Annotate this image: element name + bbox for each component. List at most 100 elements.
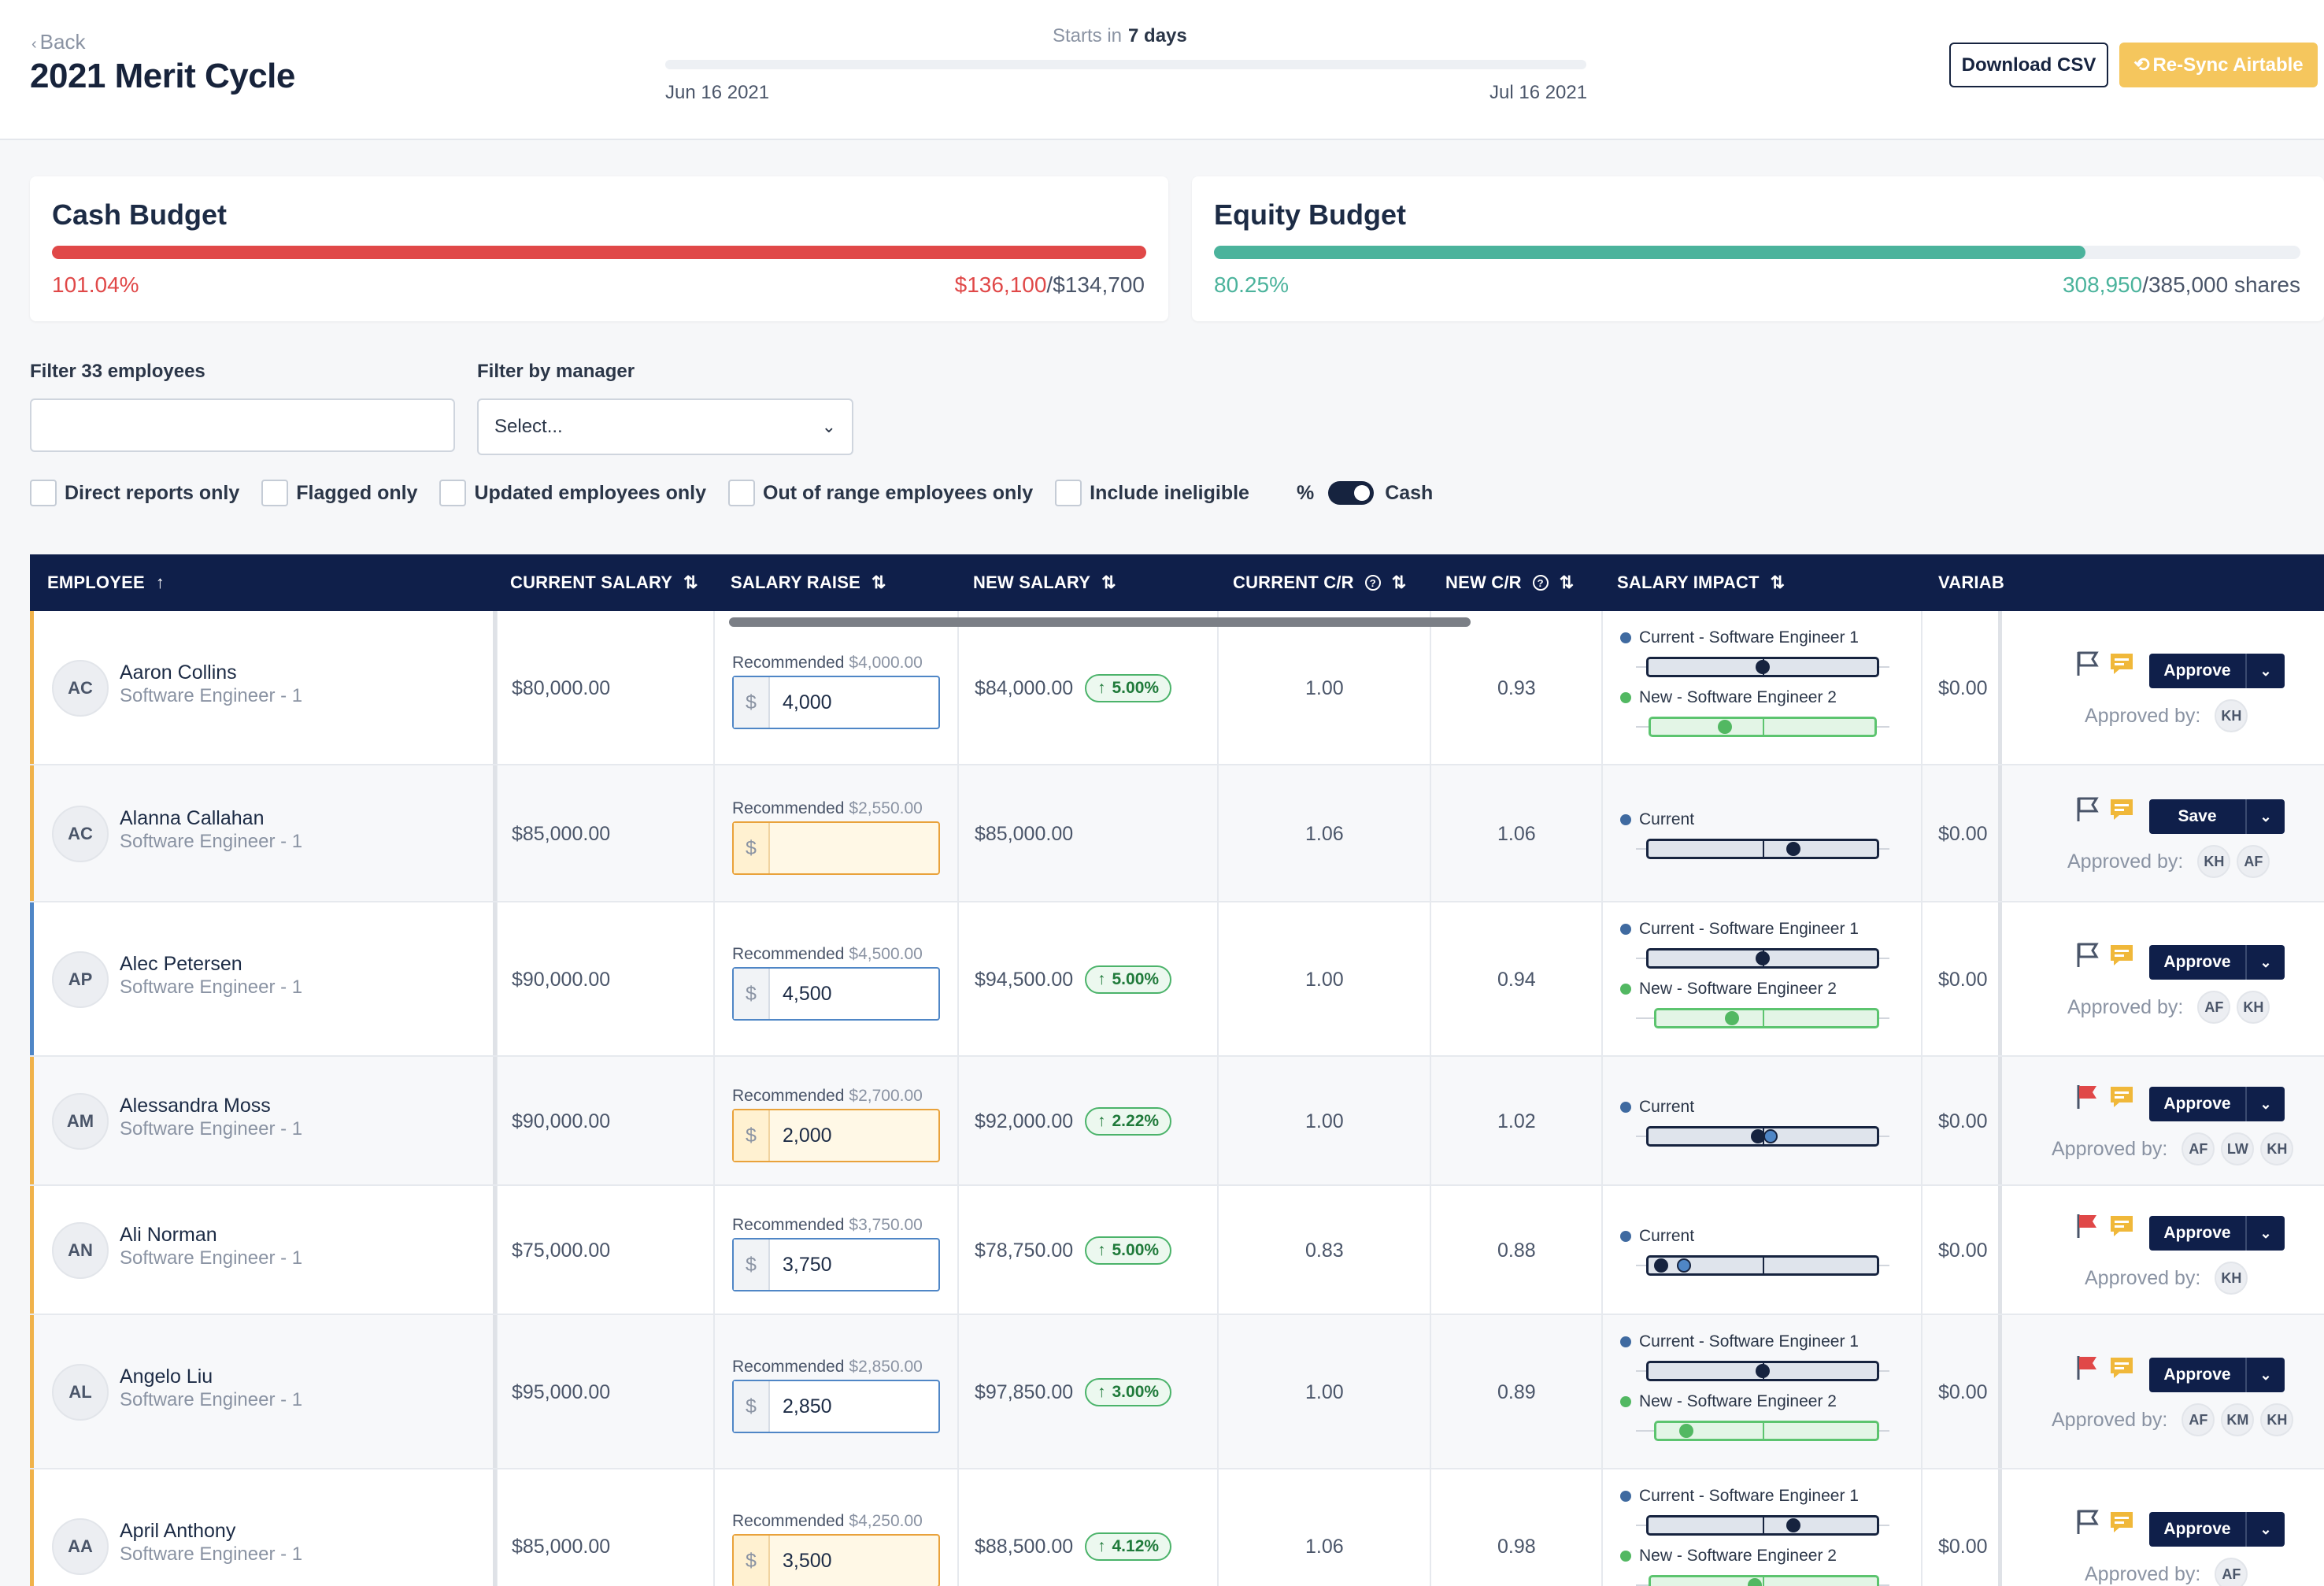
checkbox-label: Out of range employees only	[763, 481, 1034, 504]
checkbox-box[interactable]	[261, 480, 289, 506]
help-icon[interactable]: ?	[1532, 575, 1549, 591]
comment-icon[interactable]	[2108, 1509, 2135, 1536]
help-icon[interactable]: ?	[1364, 575, 1381, 591]
approver-avatar: KH	[2237, 991, 2270, 1024]
checkbox-box[interactable]	[30, 480, 57, 506]
chevron-down-icon[interactable]: ⌄	[2245, 1358, 2285, 1392]
employee-name[interactable]: Alanna Callahan	[120, 807, 264, 830]
flag-icon[interactable]	[2074, 795, 2102, 823]
col-variable[interactable]: VARIAB	[1938, 554, 2004, 611]
chevron-down-icon[interactable]: ⌄	[2245, 1216, 2285, 1251]
approve-button[interactable]: Approve ⌄	[2149, 945, 2285, 980]
column-divider	[713, 1057, 715, 1184]
flag-icon[interactable]	[2074, 1507, 2102, 1536]
comment-icon[interactable]	[2108, 942, 2135, 969]
employee-name[interactable]: Aaron Collins	[120, 661, 237, 684]
chevron-down-icon[interactable]: ⌄	[2245, 1087, 2285, 1121]
checkbox-updated[interactable]: Updated employees only	[439, 480, 706, 506]
checkbox-out-of-range[interactable]: Out of range employees only	[728, 480, 1033, 506]
salary-raise-input[interactable]: $3,750	[732, 1238, 940, 1291]
checkbox-flagged[interactable]: Flagged only	[261, 480, 417, 506]
checkbox-direct-reports[interactable]: Direct reports only	[30, 480, 239, 506]
salary-raise-input[interactable]: $2,850	[732, 1380, 940, 1433]
employee-name[interactable]: Alessandra Moss	[120, 1095, 271, 1117]
comment-icon[interactable]	[2108, 1213, 2135, 1240]
salary-raise-input[interactable]: $3,500	[732, 1534, 940, 1586]
col-salary-impact[interactable]: SALARY IMPACT ⇅	[1617, 554, 1785, 611]
chevron-down-icon[interactable]: ⌄	[2245, 799, 2285, 834]
back-link[interactable]: ‹ Back	[31, 30, 85, 54]
col-employee[interactable]: EMPLOYEE ↑	[47, 554, 165, 611]
checkbox-box[interactable]	[439, 480, 467, 506]
flag-icon-active[interactable]	[2074, 1353, 2102, 1381]
col-current-cr[interactable]: CURRENT C/R? ⇅	[1233, 554, 1406, 611]
col-new-salary[interactable]: NEW SALARY ⇅	[973, 554, 1116, 611]
col-new-cr[interactable]: NEW C/R? ⇅	[1445, 554, 1574, 611]
sticky-column-divider	[1998, 1057, 2002, 1184]
chevron-down-icon[interactable]: ⌄	[2245, 654, 2285, 688]
checkbox-include-ineligible[interactable]: Include ineligible	[1055, 480, 1249, 506]
avatar: AP	[52, 951, 109, 1008]
checkbox-box[interactable]	[1055, 480, 1082, 506]
flag-icon-active[interactable]	[2074, 1082, 2102, 1110]
sort-icon: ⇅	[1559, 573, 1575, 592]
approve-button[interactable]: Approve ⌄	[2149, 1358, 2285, 1392]
flag-icon[interactable]	[2074, 940, 2102, 969]
salary-raise-input[interactable]: $	[732, 821, 940, 875]
new-salary: $84,000.00	[975, 677, 1074, 699]
table-row: AL Angelo Liu Software Engineer - 1 $95,000…	[30, 1315, 2324, 1469]
table-row: AN Ali Norman Software Engineer - 1 $75,000…	[30, 1186, 2324, 1315]
salary-position-marker	[1786, 1518, 1800, 1532]
percent-cash-toggle[interactable]	[1328, 481, 1375, 505]
sort-icon: ⇅	[1770, 573, 1786, 592]
approve-button[interactable]: Approve ⌄	[2149, 1216, 2285, 1251]
legend-dot	[1620, 692, 1631, 703]
column-divider	[1217, 765, 1219, 901]
column-divider	[713, 902, 715, 1055]
comment-icon[interactable]	[2108, 1354, 2135, 1381]
cash-budget-used: $136,100	[954, 272, 1047, 297]
checkbox-box[interactable]	[728, 480, 755, 506]
table-row: AA April Anthony Software Engineer - 1 $85,…	[30, 1469, 2324, 1586]
col-current-salary[interactable]: CURRENT SALARY ⇅	[510, 554, 698, 611]
comment-icon[interactable]	[2108, 1084, 2135, 1110]
impact-new-label: New - Software Engineer 2	[1620, 1392, 1837, 1411]
chevron-down-icon[interactable]: ⌄	[2245, 945, 2285, 980]
col-salary-raise[interactable]: SALARY RAISE ⇅	[731, 554, 886, 611]
legend-dot	[1620, 1336, 1631, 1347]
save-button[interactable]: Save ⌄	[2149, 799, 2285, 834]
resync-airtable-button[interactable]: ⟲ Re-Sync Airtable	[2119, 43, 2318, 87]
employee-title: Software Engineer - 1	[120, 1118, 303, 1139]
filter-employees-input[interactable]	[30, 398, 455, 452]
approved-by-label: Approved by:	[2052, 1408, 2168, 1431]
resync-label: Re-Sync Airtable	[2152, 54, 2304, 76]
row-status-accent	[30, 1469, 34, 1586]
arrow-up-icon: ↑	[1097, 679, 1106, 697]
comment-icon[interactable]	[2108, 796, 2135, 823]
salary-raise-input[interactable]: $2,000	[732, 1109, 940, 1162]
horizontal-scrollbar[interactable]	[729, 617, 1471, 627]
flag-icon[interactable]	[2074, 649, 2102, 677]
raise-percent-badge: ↑ 5.00%	[1085, 965, 1172, 994]
approve-button[interactable]: Approve ⌄	[2149, 654, 2285, 688]
flag-icon-active[interactable]	[2074, 1211, 2102, 1240]
column-divider	[1217, 1186, 1219, 1314]
download-csv-button[interactable]: Download CSV	[1949, 43, 2108, 87]
starts-value: 7 days	[1128, 25, 1187, 46]
dollar-sign-icon: $	[734, 677, 770, 728]
employee-name[interactable]: April Anthony	[120, 1520, 235, 1543]
approve-button[interactable]: Approve ⌄	[2149, 1512, 2285, 1547]
impact-current-text: Current	[1639, 810, 1695, 828]
manager-select[interactable]: Select... ⌄	[477, 398, 853, 455]
employee-name[interactable]: Ali Norman	[120, 1224, 217, 1247]
approve-button[interactable]: Approve ⌄	[2149, 1087, 2285, 1121]
dollar-sign-icon: $	[734, 1536, 770, 1586]
salary-raise-input[interactable]: $4,500	[732, 967, 940, 1021]
salary-raise-input[interactable]: $4,000	[732, 676, 940, 729]
approver-avatar: KH	[2215, 699, 2248, 732]
chevron-down-icon[interactable]: ⌄	[2245, 1512, 2285, 1547]
percent-cash-toggle-group: % Cash	[1297, 481, 1433, 505]
comment-icon[interactable]	[2108, 650, 2135, 677]
employee-name[interactable]: Angelo Liu	[120, 1366, 213, 1388]
employee-name[interactable]: Alec Petersen	[120, 953, 242, 976]
